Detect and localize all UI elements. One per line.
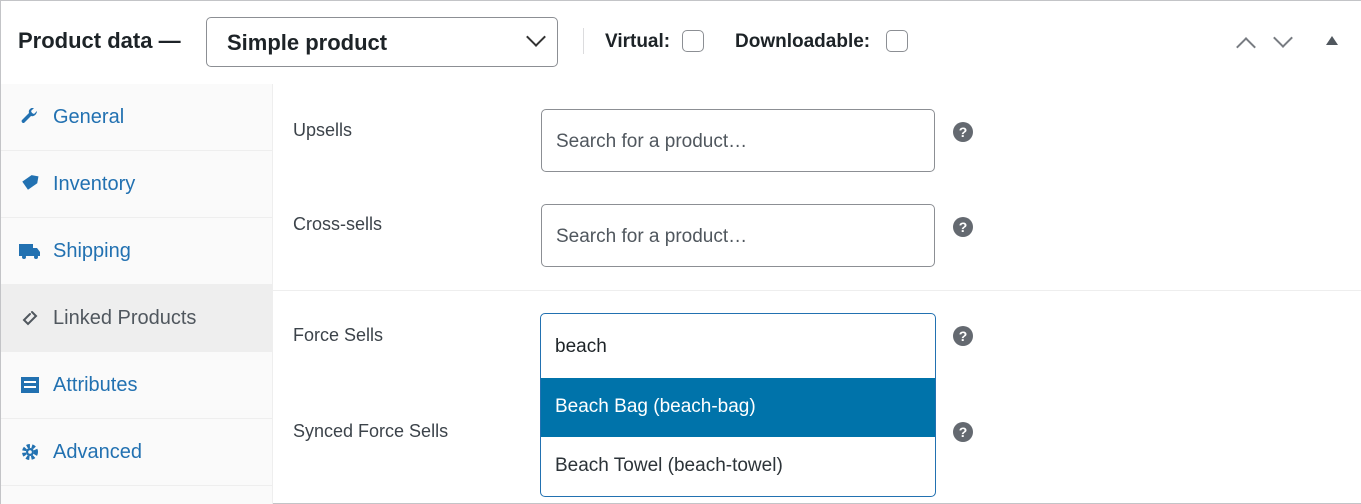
divider — [583, 28, 584, 54]
dropdown-option[interactable]: Beach Towel (beach-towel) — [541, 437, 935, 496]
help-icon[interactable]: ? — [953, 122, 973, 142]
virtual-checkbox[interactable] — [682, 30, 704, 52]
chevron-down-icon — [526, 27, 546, 47]
virtual-label: Virtual: — [605, 31, 671, 52]
sidebar-item-shipping[interactable]: Shipping — [1, 218, 272, 285]
sidebar-item-label: Inventory — [53, 172, 136, 195]
sidebar-item-label: General — [53, 105, 125, 128]
sidebar-item-inventory[interactable]: Inventory — [1, 151, 272, 218]
help-icon[interactable]: ? — [953, 217, 973, 237]
force-sells-search-input[interactable]: beach — [541, 314, 935, 378]
downloadable-label: Downloadable: — [735, 31, 871, 52]
force-sells-label: Force Sells — [293, 325, 384, 345]
sidebar-item-linked-products[interactable]: Linked Products — [1, 285, 272, 352]
dropdown-option[interactable]: Beach Bag (beach-bag) — [541, 378, 935, 437]
cross-sells-label: Cross-sells — [293, 214, 383, 234]
product-type-select[interactable]: Simple product — [206, 17, 558, 67]
upsells-input[interactable]: Search for a product… — [541, 109, 935, 172]
collapse-toggle-icon[interactable] — [1326, 36, 1338, 45]
help-icon[interactable]: ? — [953, 326, 973, 346]
cross-sells-input[interactable]: Search for a product… — [541, 204, 935, 267]
panel-title: Product data — — [18, 28, 181, 53]
upsells-label: Upsells — [293, 120, 353, 140]
product-type-value: Simple product — [227, 30, 388, 55]
tag-icon — [19, 174, 41, 194]
gear-icon — [19, 442, 41, 462]
downloadable-checkbox[interactable] — [886, 30, 908, 52]
sidebar-item-label: Shipping — [53, 239, 131, 262]
section-divider — [273, 290, 1361, 291]
sidebar-item-label: Advanced — [53, 440, 142, 463]
sidebar-item-label: Attributes — [53, 373, 138, 396]
sidebar-item-label: Linked Products — [53, 306, 197, 329]
help-icon[interactable]: ? — [953, 422, 973, 442]
sidebar-item-attributes[interactable]: Attributes — [1, 352, 272, 419]
link-icon — [19, 308, 41, 328]
sidebar-item-advanced[interactable]: Advanced — [1, 419, 272, 486]
sidebar: General Inventory Shipping Linked Produc… — [1, 84, 273, 504]
wrench-icon — [19, 107, 41, 127]
truck-icon — [19, 241, 41, 261]
sidebar-item-general[interactable]: General — [1, 84, 272, 151]
list-icon — [19, 375, 41, 395]
force-sells-dropdown: beach Beach Bag (beach-bag) Beach Towel … — [540, 313, 936, 497]
synced-force-sells-label: Synced Force Sells — [293, 421, 449, 441]
